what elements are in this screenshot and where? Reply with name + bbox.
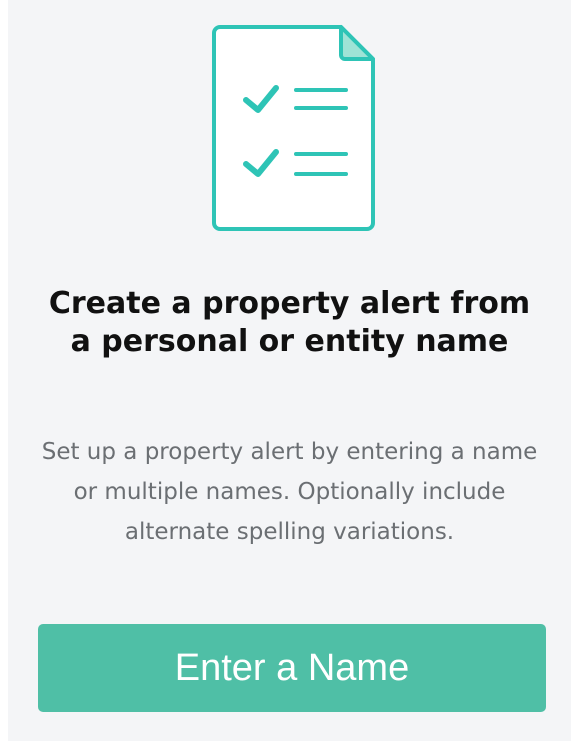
- card-title: Create a property alert from a personal …: [48, 286, 531, 359]
- checklist-document-icon: [212, 25, 375, 231]
- enter-name-button[interactable]: Enter a Name: [38, 624, 546, 712]
- card-description: Set up a property alert by entering a na…: [41, 439, 538, 545]
- alert-option-card: Create a property alert from a personal …: [8, 0, 571, 741]
